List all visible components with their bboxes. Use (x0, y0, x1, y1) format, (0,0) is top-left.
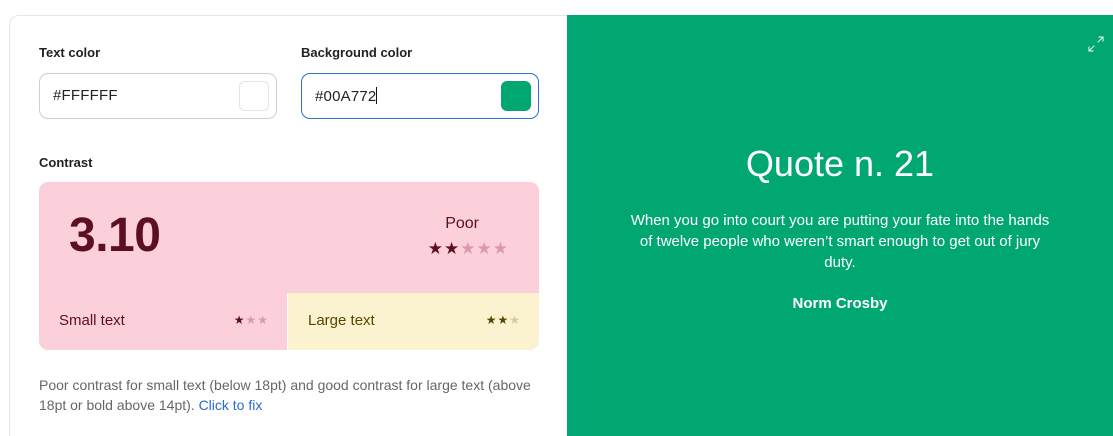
background-color-value[interactable]: #00A772 (315, 87, 378, 105)
settings-panel: Text color #FFFFFF Background color #00A… (9, 15, 567, 436)
star-icon-filled: ★ (427, 239, 444, 258)
quote-title: Quote n. 21 (745, 143, 935, 184)
contrast-rating: Poor (445, 215, 479, 232)
contrast-summary: 3.10 Poor ★★★★★ (39, 182, 539, 293)
contrast-checker: Text color #FFFFFF Background color #00A… (0, 0, 1113, 436)
quote-author: Norm Crosby (792, 295, 888, 312)
large-text-label: Large text (308, 312, 375, 329)
contrast-breakdown: Small text ★★★ Large text ★★★ (39, 293, 539, 350)
background-color-input[interactable]: #00A772 (301, 73, 539, 119)
background-color-label: Background color (301, 45, 413, 60)
background-color-swatch[interactable] (501, 81, 531, 111)
small-text-label: Small text (59, 312, 125, 329)
text-color-swatch[interactable] (239, 81, 269, 111)
quote-preview: Quote n. 21 When you go into court you a… (567, 15, 1113, 436)
star-icon-filled: ★ (444, 239, 461, 258)
star-icon-empty: ★ (460, 239, 477, 258)
text-caret (376, 87, 378, 104)
contrast-note: Poor contrast for small text (below 18pt… (39, 375, 539, 415)
small-text-result: Small text ★★★ (39, 293, 287, 350)
small-text-stars: ★★★ (234, 313, 269, 327)
large-text-stars: ★★★ (486, 313, 521, 327)
star-icon-filled: ★ (485, 313, 498, 327)
star-icon-empty: ★ (257, 313, 269, 327)
text-color-input[interactable]: #FFFFFF (39, 73, 277, 119)
contrast-label: Contrast (39, 155, 93, 170)
star-icon-empty: ★ (476, 239, 493, 258)
star-icon-empty: ★ (245, 313, 258, 327)
contrast-note-text: Poor contrast for small text (below 18pt… (39, 377, 531, 413)
click-to-fix-link[interactable]: Click to fix (199, 397, 263, 413)
quote-text: When you go into court you are putting y… (630, 212, 1050, 271)
contrast-rating-stars: ★★★★★ (428, 239, 509, 259)
star-icon-filled: ★ (233, 313, 246, 327)
star-icon-empty: ★ (509, 313, 521, 327)
star-icon-filled: ★ (497, 313, 510, 327)
text-color-value[interactable]: #FFFFFF (53, 87, 118, 104)
contrast-ratio: 3.10 (69, 209, 161, 262)
text-color-label: Text color (39, 45, 101, 60)
star-icon-empty: ★ (492, 239, 509, 258)
expand-icon[interactable] (1087, 35, 1105, 53)
large-text-result: Large text ★★★ (288, 293, 539, 350)
contrast-result: 3.10 Poor ★★★★★ Small text ★★★ Large tex… (39, 182, 539, 350)
